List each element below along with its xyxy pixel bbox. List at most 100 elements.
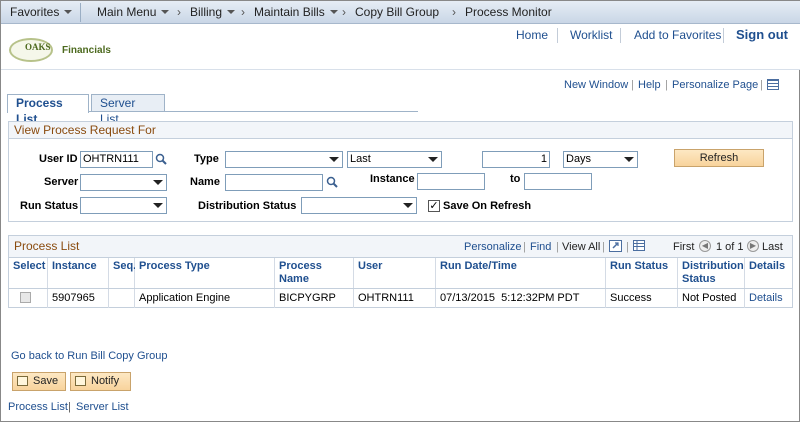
breadcrumb-maintain-bills[interactable]: Maintain Bills (254, 1, 338, 24)
grid-icon[interactable] (767, 79, 779, 90)
column-header-details: Details (745, 258, 792, 288)
days-select-value: Days (566, 153, 592, 165)
chevron-down-icon (329, 157, 339, 162)
process-name-cell: BICPYGRP (275, 289, 354, 308)
column-header-seq[interactable]: Seq. (109, 258, 136, 288)
favorites-label: Favorites (10, 5, 60, 19)
chevron-down-icon (624, 157, 634, 162)
next-row-icon[interactable]: ▶ (747, 240, 759, 252)
breadcrumb-label: Maintain Bills (254, 5, 325, 19)
column-header-run-status[interactable]: Run Status (606, 258, 678, 288)
new-window-link[interactable]: New Window (564, 79, 628, 91)
instance-label: Instance (370, 173, 415, 185)
help-link[interactable]: Help (638, 79, 661, 91)
nav-divider (80, 3, 81, 22)
run-status-label: Run Status (20, 200, 79, 212)
run-status-select[interactable] (80, 197, 167, 214)
personalize-link[interactable]: Personalize (464, 241, 521, 253)
find-link[interactable]: Find (530, 241, 551, 253)
server-select[interactable] (80, 174, 167, 191)
grid-title: Process List (14, 239, 80, 253)
chevron-down-icon (329, 10, 338, 14)
breadcrumb-copy-bill-group[interactable]: Copy Bill Group (355, 1, 439, 24)
download-grid-icon[interactable] (633, 240, 645, 251)
bottom-server-list-link[interactable]: Server List (76, 401, 129, 413)
chevron-down-icon (403, 203, 413, 208)
notify-button[interactable]: Notify (70, 372, 131, 391)
server-label: Server (44, 176, 79, 188)
oaks-logo: OAKS (9, 38, 53, 62)
type-select[interactable] (225, 151, 343, 168)
worklist-link[interactable]: Worklist (570, 28, 612, 42)
instance-from-input[interactable] (417, 173, 485, 190)
column-header-user[interactable]: User (354, 258, 436, 288)
link-divider: | (68, 401, 71, 413)
save-on-refresh-checkbox[interactable]: ✓ (428, 200, 440, 212)
grid-divider: | (523, 241, 526, 253)
search-icon[interactable] (326, 176, 338, 188)
breadcrumb-process-monitor: Process Monitor (465, 5, 552, 19)
details-link[interactable]: Details (745, 289, 792, 308)
grid-header-bar: Process List Personalize | Find | View A… (9, 236, 792, 258)
bottom-process-list-link[interactable]: Process List (8, 401, 68, 413)
breadcrumb-billing[interactable]: Billing (190, 1, 236, 24)
process-type-cell: Application Engine (135, 289, 275, 308)
save-icon (17, 376, 28, 386)
grid-divider: | (602, 241, 605, 253)
tab-process-list[interactable]: Process List (7, 94, 89, 126)
notify-icon (75, 376, 86, 386)
breadcrumb-arrow-icon: › (241, 5, 245, 19)
previous-row-icon[interactable]: ◀ (699, 240, 711, 252)
notify-button-label: Notify (91, 375, 120, 387)
panel-title: View Process Request For (9, 122, 792, 139)
breadcrumb-arrow-icon: › (342, 5, 346, 19)
add-to-favorites-link[interactable]: Add to Favorites (634, 28, 721, 42)
row-range: 1 of 1 (716, 241, 744, 253)
count-input[interactable]: 1 (482, 151, 550, 168)
to-label: to (510, 173, 521, 185)
save-on-refresh-label: Save On Refresh (443, 200, 532, 212)
days-select[interactable]: Days (563, 151, 638, 168)
column-header-process-type[interactable]: Process Type (135, 258, 275, 288)
column-header-distribution-status[interactable]: Distribution Status (678, 258, 745, 288)
grid-divider: | (556, 241, 559, 253)
user-id-label: User ID (39, 153, 78, 165)
link-divider: | (665, 79, 668, 91)
link-divider: | (631, 79, 634, 91)
user-id-input[interactable]: OHTRN111 (80, 151, 153, 168)
column-header-process-name[interactable]: Process Name (275, 258, 354, 288)
chevron-down-icon (153, 180, 163, 185)
page-header: OAKS Financials Home Worklist Add to Fav… (1, 24, 800, 70)
breadcrumb-arrow-icon: › (452, 5, 456, 19)
sign-out-link[interactable]: Sign out (736, 27, 788, 42)
save-button-label: Save (33, 375, 59, 387)
breadcrumb-label: Billing (190, 5, 223, 19)
logo-text: OAKS (25, 42, 51, 52)
distribution-status-select[interactable] (301, 197, 417, 214)
row-select-checkbox[interactable] (20, 292, 31, 303)
zoom-icon[interactable] (609, 240, 622, 252)
seq-cell (109, 289, 135, 308)
refresh-button[interactable]: Refresh (674, 149, 764, 167)
type-label: Type (194, 153, 219, 165)
save-button[interactable]: Save (12, 372, 66, 391)
go-back-link[interactable]: Go back to Run Bill Copy Group (11, 350, 168, 362)
personalize-page-link[interactable]: Personalize Page (672, 79, 758, 91)
instance-cell: 5907965 (48, 289, 109, 308)
name-input[interactable] (225, 174, 323, 191)
search-icon[interactable] (155, 153, 167, 165)
main-menu-label: Main Menu (97, 5, 157, 19)
run-status-cell: Success (606, 289, 678, 308)
favorites-menu[interactable]: Favorites (10, 1, 73, 24)
link-divider: | (760, 79, 763, 91)
chevron-down-icon (161, 10, 170, 14)
main-menu[interactable]: Main Menu (97, 1, 170, 24)
tab-server-list[interactable]: Server List (91, 94, 165, 126)
home-link[interactable]: Home (516, 28, 548, 42)
last-select[interactable]: Last (347, 151, 442, 168)
user-cell: OHTRN111 (354, 289, 436, 308)
instance-to-input[interactable] (524, 173, 592, 190)
column-header-instance[interactable]: Instance (48, 258, 109, 288)
view-all-link[interactable]: View All (562, 241, 600, 253)
column-header-run-datetime[interactable]: Run Date/Time (436, 258, 606, 288)
